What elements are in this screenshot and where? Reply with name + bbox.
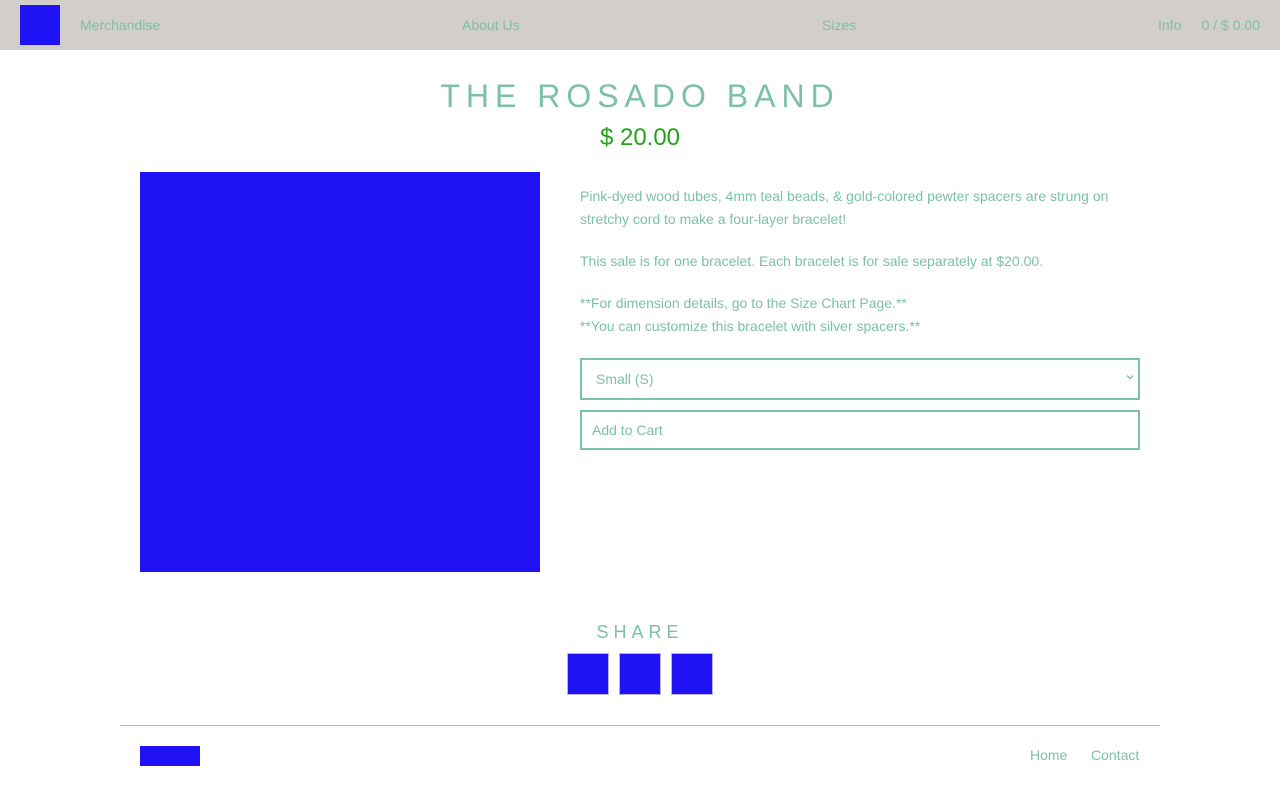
size-select[interactable]: Small (S) [580,358,1140,400]
footer-link-contact[interactable]: Contact [1091,747,1139,763]
product-sale-note: This sale is for one bracelet. Each brac… [580,253,1044,269]
cart-link[interactable]: 0 / $ 0.00 [1202,17,1260,33]
footer-divider [120,725,1160,726]
nav-sizes[interactable]: Sizes [822,17,856,33]
product-dimension-note: **For dimension details, go to the Size … [580,295,907,311]
nav-about-us[interactable]: About Us [462,17,520,33]
share-pinterest-icon[interactable] [671,653,713,695]
top-nav-bar: Merchandise About Us Sizes Info 0 / $ 0.… [0,0,1280,50]
share-twitter-icon[interactable] [619,653,661,695]
site-logo[interactable] [20,5,60,45]
share-facebook-icon[interactable] [567,653,609,695]
share-heading: SHARE [596,622,684,642]
product-description-paragraph: Pink-dyed wood tubes, 4mm teal beads, & … [580,188,1109,227]
chevron-down-icon [1126,375,1134,380]
product-image[interactable] [140,172,540,572]
product-price: $ 20.00 [599,124,681,151]
nav-info[interactable]: Info [1158,17,1181,33]
footer-logo[interactable] [140,746,200,766]
footer-link-home[interactable]: Home [1030,747,1067,763]
size-select-value: Small (S) [596,371,654,387]
product-title: THE ROSADO BAND [440,78,840,114]
add-to-cart-button[interactable]: Add to Cart [580,410,1140,450]
product-customize-note: **You can customize this bracelet with s… [580,318,921,334]
nav-merchandise[interactable]: Merchandise [80,17,160,33]
